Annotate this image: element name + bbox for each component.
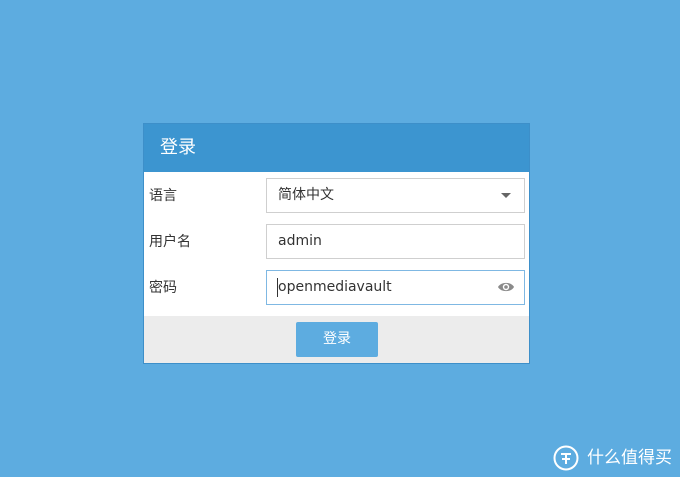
login-form: 语言 简体中文 用户名 admin 密码 openmediavault (144, 172, 529, 316)
username-input[interactable]: admin (266, 224, 525, 259)
username-value: admin (278, 233, 322, 249)
login-button[interactable]: 登录 (296, 322, 378, 357)
panel-title: 登录 (144, 124, 529, 172)
password-label: 密码 (149, 280, 177, 296)
password-row: 密码 openmediavault (144, 270, 529, 306)
language-row: 语言 简体中文 (144, 178, 529, 214)
eye-icon[interactable] (497, 280, 515, 294)
username-row: 用户名 admin (144, 224, 529, 260)
username-label: 用户名 (149, 234, 191, 250)
language-selected-value: 简体中文 (278, 187, 334, 203)
watermark: 什么值得买 (553, 445, 672, 471)
password-input[interactable]: openmediavault (266, 270, 525, 305)
password-value: openmediavault (278, 279, 392, 295)
chevron-down-icon[interactable] (501, 193, 511, 198)
watermark-text: 什么值得买 (587, 448, 672, 468)
language-select[interactable]: 简体中文 (266, 178, 525, 213)
language-label: 语言 (149, 188, 177, 204)
smzdm-logo (553, 445, 579, 471)
panel-footer: 登录 (144, 316, 529, 363)
login-panel: 登录 语言 简体中文 用户名 admin 密码 openmediavault 登… (143, 123, 530, 364)
